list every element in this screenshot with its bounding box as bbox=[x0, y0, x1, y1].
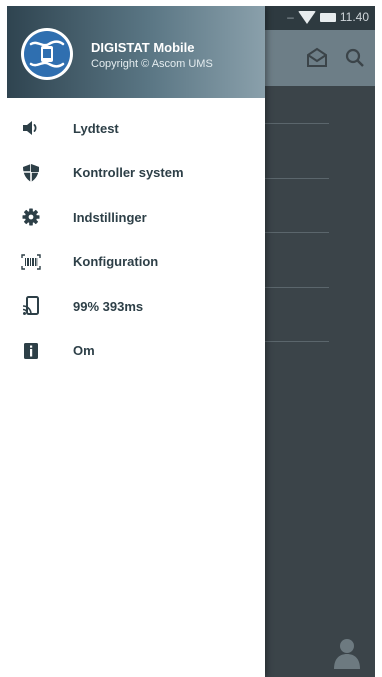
menu-item-kontroller-system[interactable]: Kontroller system bbox=[7, 151, 265, 196]
menu-item-label: Kontroller system bbox=[73, 165, 184, 181]
status-indicators: – 11.40 bbox=[287, 10, 369, 24]
status-time: 11.40 bbox=[339, 10, 369, 24]
menu-item-label: Indstillinger bbox=[73, 209, 147, 225]
barcode-icon bbox=[21, 252, 41, 272]
info-icon bbox=[21, 341, 41, 361]
menu-item-konfiguration[interactable]: Konfiguration bbox=[7, 240, 265, 285]
wifi-icon bbox=[297, 10, 316, 24]
app-name: DIGISTAT Mobile bbox=[91, 40, 195, 55]
phone-screen: – 11.40 DIGISTAT Mobile Copyright © Asco… bbox=[7, 6, 375, 677]
menu-item-indstillinger[interactable]: Indstillinger bbox=[7, 195, 265, 240]
background-divider bbox=[265, 178, 329, 179]
digistat-logo-icon bbox=[19, 26, 75, 82]
background-divider bbox=[265, 123, 329, 124]
search-icon[interactable] bbox=[341, 44, 369, 72]
status-dash: – bbox=[287, 10, 294, 24]
drawer-menu: Lydtest Kontroller system Indstillinger … bbox=[7, 106, 265, 373]
shield-icon bbox=[21, 163, 41, 183]
cast-icon bbox=[21, 296, 41, 316]
menu-item-connection-status[interactable]: 99% 393ms bbox=[7, 284, 265, 329]
menu-item-lydtest[interactable]: Lydtest bbox=[7, 106, 265, 151]
background-divider bbox=[265, 287, 329, 288]
menu-item-om[interactable]: Om bbox=[7, 329, 265, 374]
user-icon[interactable] bbox=[332, 636, 362, 670]
menu-item-label: Konfiguration bbox=[73, 254, 159, 270]
menu-item-label: Om bbox=[73, 343, 95, 359]
menu-item-label: 99% 393ms bbox=[73, 298, 144, 314]
gear-icon bbox=[21, 207, 41, 227]
inbox-icon[interactable] bbox=[303, 44, 331, 72]
battery-icon bbox=[319, 12, 336, 22]
menu-item-label: Lydtest bbox=[73, 120, 119, 136]
background-divider bbox=[265, 232, 329, 233]
drawer-header: DIGISTAT Mobile Copyright © Ascom UMS bbox=[7, 6, 265, 98]
speaker-icon bbox=[21, 118, 41, 138]
navigation-drawer: DIGISTAT Mobile Copyright © Ascom UMS Ly… bbox=[7, 6, 265, 677]
background-divider bbox=[265, 341, 329, 342]
app-copyright: Copyright © Ascom UMS bbox=[91, 58, 213, 70]
